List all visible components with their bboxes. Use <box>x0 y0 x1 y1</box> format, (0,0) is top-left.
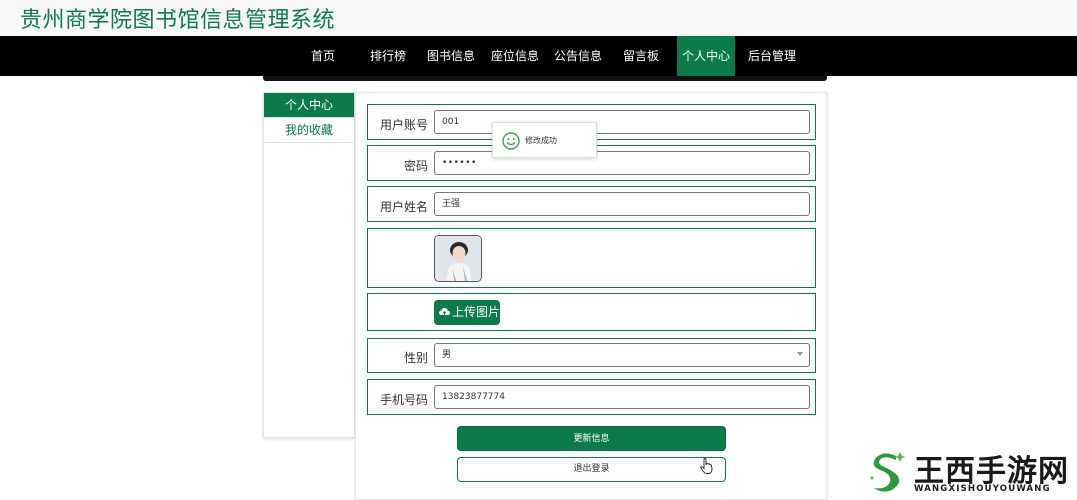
nav-item-home[interactable]: 首页 <box>302 36 344 76</box>
update-info-button[interactable]: 更新信息 <box>457 426 726 451</box>
sidebar-item-favorites[interactable]: 我的收藏 <box>264 118 354 143</box>
name-input[interactable]: 王强 <box>434 192 810 216</box>
smile-icon <box>502 132 520 150</box>
phone-input[interactable]: 13823877774 <box>434 385 810 409</box>
account-label: 用户账号 <box>379 118 428 132</box>
upload-row: 上传图片 <box>367 293 816 331</box>
sidebar-item-personal-center[interactable]: 个人中心 <box>264 93 354 118</box>
site-header: 贵州商学院图书馆信息管理系统 <box>0 0 1077 36</box>
nav-item-books[interactable]: 图书信息 <box>426 36 476 76</box>
password-input[interactable]: •••••• <box>434 151 810 175</box>
logout-button[interactable]: 退出登录 <box>457 457 726 482</box>
nav-item-admin[interactable]: 后台管理 <box>745 36 799 76</box>
cloud-upload-icon <box>439 308 450 315</box>
nav-underline-bar <box>263 76 827 81</box>
gender-select[interactable]: 男 <box>434 343 810 367</box>
gender-label: 性别 <box>403 351 428 365</box>
avatar <box>434 235 482 282</box>
nav-item-message-board[interactable]: 留言板 <box>618 36 664 76</box>
watermark-logo-icon <box>870 452 906 492</box>
gender-selected-value: 男 <box>442 350 452 360</box>
phone-label: 手机号码 <box>379 393 428 407</box>
upload-button-label: 上传图片 <box>452 305 501 319</box>
hand-cursor-icon <box>700 458 713 474</box>
success-toast: 修改成功 <box>492 122 597 158</box>
avatar-row <box>367 228 816 288</box>
phone-row: 手机号码 13823877774 <box>367 379 816 415</box>
navbar: 首页 排行榜 图书信息 座位信息 公告信息 留言板 个人中心 后台管理 <box>0 36 1077 76</box>
site-title: 贵州商学院图书馆信息管理系统 <box>20 8 336 33</box>
watermark-subtext: WANGXISHOUYOUWANG <box>914 484 1051 494</box>
toast-message: 修改成功 <box>525 136 557 145</box>
upload-image-button[interactable]: 上传图片 <box>434 300 500 325</box>
account-input[interactable]: 001 <box>434 110 810 134</box>
nav-item-seats[interactable]: 座位信息 <box>489 36 541 76</box>
name-label: 用户姓名 <box>379 200 428 214</box>
chevron-down-icon <box>797 352 803 356</box>
name-row: 用户姓名 王强 <box>367 186 816 222</box>
nav-item-ranking[interactable]: 排行榜 <box>365 36 411 76</box>
sidebar: 个人中心 我的收藏 <box>263 92 355 438</box>
nav-item-personal-center[interactable]: 个人中心 <box>677 36 735 76</box>
gender-row: 性别 男 <box>367 338 816 373</box>
password-label: 密码 <box>403 159 428 173</box>
nav-item-notices[interactable]: 公告信息 <box>553 36 603 76</box>
watermark: 王西手游网 WANGXISHOUYOUWANG <box>862 446 1072 498</box>
avatar-image <box>435 236 481 281</box>
